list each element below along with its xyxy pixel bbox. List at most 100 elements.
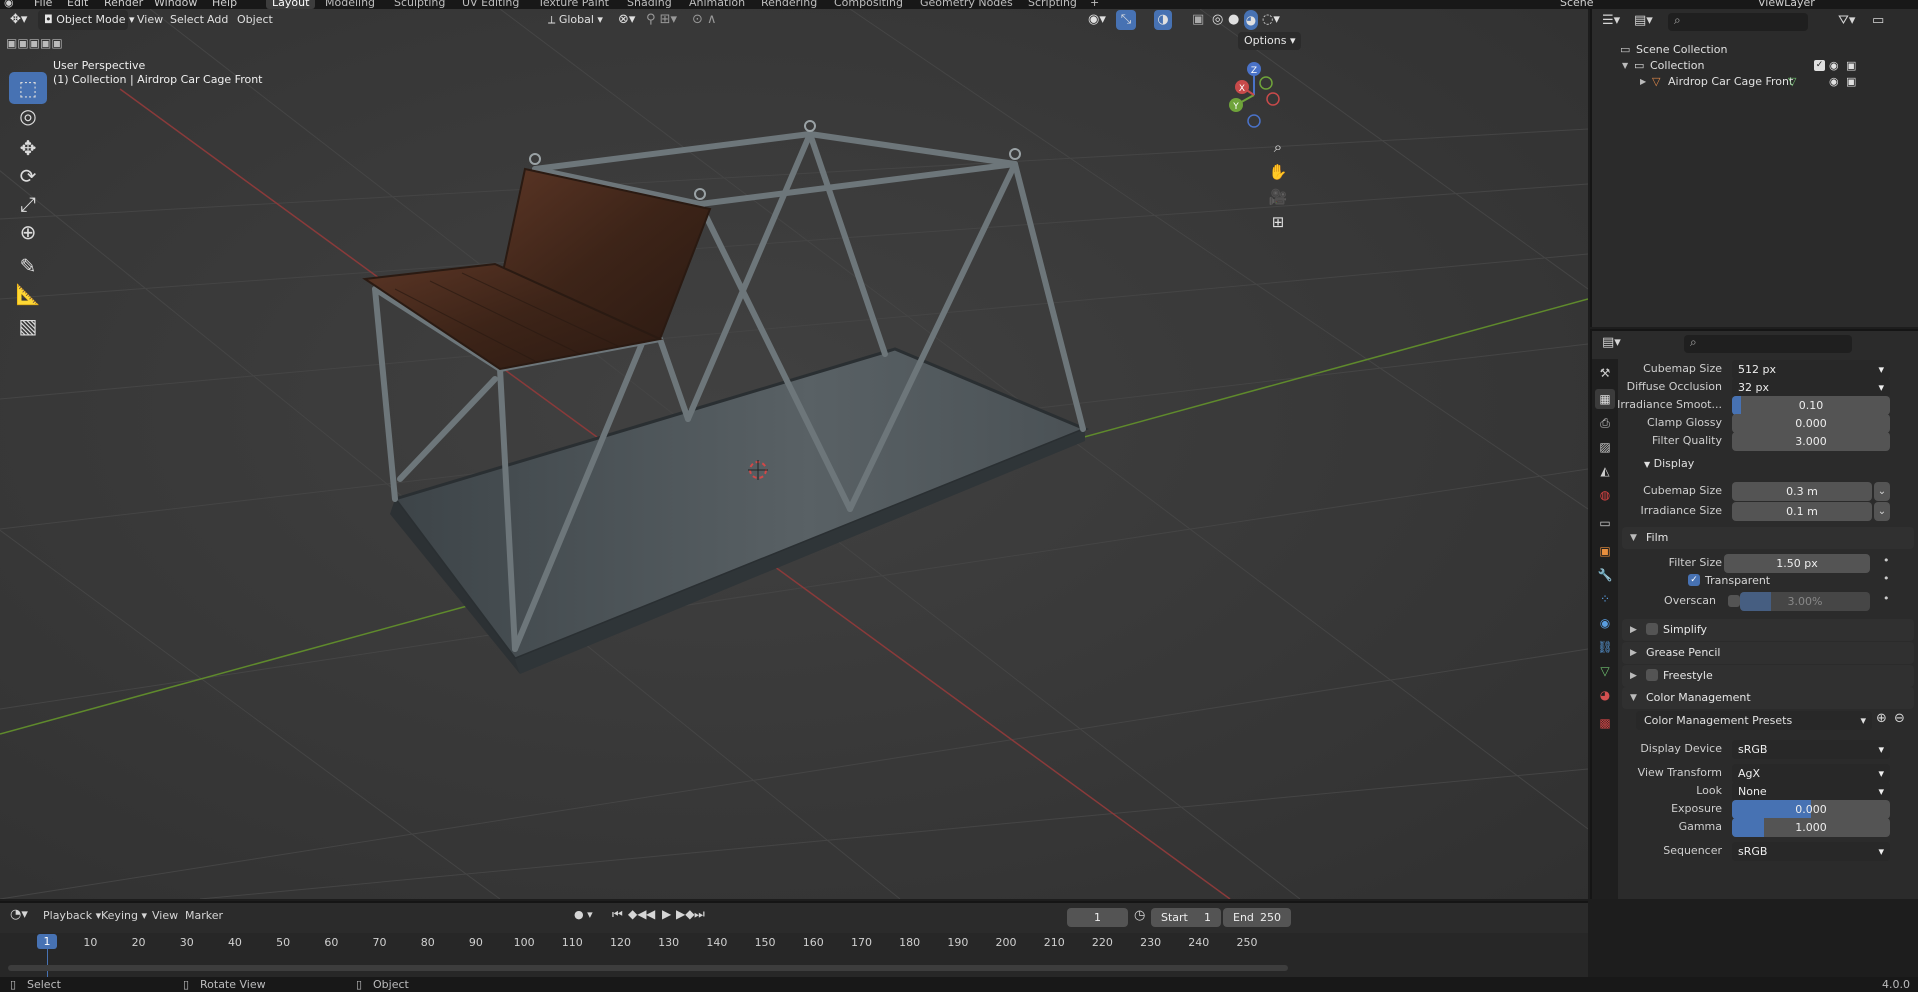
- object-visibility-icon[interactable]: ◉: [1829, 72, 1839, 92]
- pan-hand-icon[interactable]: ✋: [1264, 158, 1292, 186]
- overscan-field[interactable]: 3.00%: [1740, 592, 1870, 611]
- material-tab-icon[interactable]: ◕: [1595, 685, 1615, 705]
- timeline-editor-icon[interactable]: ◔▾: [10, 907, 28, 922]
- object-render-icon[interactable]: ▣: [1846, 72, 1856, 92]
- menu-select[interactable]: Select: [170, 10, 204, 30]
- shading-solid-icon[interactable]: ●: [1228, 10, 1239, 30]
- mesh-data-icon[interactable]: ▽: [1788, 72, 1796, 92]
- world-tab-icon[interactable]: ◍: [1595, 485, 1615, 505]
- end-frame-field[interactable]: End 250: [1223, 908, 1291, 927]
- view-layer-name[interactable]: ViewLayer: [1758, 0, 1815, 9]
- display-irradiance-field[interactable]: 0.1 m: [1732, 502, 1872, 521]
- zoom-icon[interactable]: ⌕: [1264, 133, 1292, 161]
- outliner-object-row[interactable]: ▶ ▽ Airdrop Car Cage Front ▽ ◉ ▣: [1592, 72, 1918, 92]
- tab-layout[interactable]: Layout: [266, 0, 316, 9]
- tab-scripting[interactable]: Scripting: [1028, 0, 1077, 9]
- proportional-edit-icon[interactable]: ⊙ ∧: [692, 10, 717, 30]
- new-collection-icon[interactable]: ▭: [1872, 13, 1884, 28]
- constraints-tab-icon[interactable]: ⛓: [1595, 637, 1615, 657]
- add-cube-tool-icon[interactable]: ▧: [9, 310, 47, 342]
- tab-shading[interactable]: Shading: [627, 0, 672, 9]
- transform-tool-icon[interactable]: ⊕: [9, 216, 47, 248]
- display-cubemap-field[interactable]: 0.3 m: [1732, 482, 1872, 501]
- object-tab-icon[interactable]: ▣: [1595, 541, 1615, 561]
- color-management-presets-dropdown[interactable]: Color Management Presets ▾: [1636, 711, 1872, 730]
- collection-tab-icon[interactable]: ▭: [1595, 513, 1615, 533]
- gizmo-toggle-icon[interactable]: ⤡: [1116, 10, 1136, 30]
- measure-tool-icon[interactable]: 📐: [9, 278, 47, 310]
- prev-keyframe-icon[interactable]: ◆◀: [628, 907, 646, 921]
- ortho-grid-icon[interactable]: ⊞: [1264, 208, 1292, 236]
- display-irradiance-dropdown-icon[interactable]: ⌄: [1874, 502, 1890, 521]
- overlay-toggle-icon[interactable]: ◑: [1154, 10, 1172, 30]
- keyframe-dot-icon[interactable]: •: [1883, 554, 1890, 567]
- playhead[interactable]: 1: [37, 934, 57, 949]
- filter-quality-field[interactable]: 3.000: [1732, 432, 1890, 451]
- tab-rendering[interactable]: Rendering: [761, 0, 817, 9]
- scene-tab-icon[interactable]: ◭: [1595, 461, 1615, 481]
- add-workspace-button[interactable]: +: [1090, 0, 1099, 9]
- keying-menu[interactable]: Keying ▾: [101, 909, 147, 922]
- properties-editor-icon[interactable]: ▤▾: [1602, 335, 1621, 350]
- visibility-icon[interactable]: ◉▾: [1088, 10, 1106, 30]
- tab-uv-editing[interactable]: UV Editing: [462, 0, 519, 9]
- next-keyframe-icon[interactable]: ▶◆: [676, 907, 694, 921]
- particles-tab-icon[interactable]: ⁘: [1595, 589, 1615, 609]
- color-management-section-header[interactable]: ▼ Color Management: [1622, 687, 1914, 709]
- shading-material-icon[interactable]: ◕: [1244, 10, 1258, 30]
- clock-icon[interactable]: ◷: [1134, 908, 1145, 923]
- menu-view[interactable]: View: [137, 10, 163, 30]
- shading-wireframe-icon[interactable]: ◎: [1212, 10, 1223, 30]
- display-mode-icon[interactable]: ▤▾: [1634, 13, 1653, 28]
- keyframe-dot-icon[interactable]: •: [1883, 592, 1890, 605]
- start-frame-field[interactable]: Start 1: [1151, 908, 1221, 927]
- tab-compositing[interactable]: Compositing: [834, 0, 903, 9]
- menu-file[interactable]: File: [34, 0, 52, 9]
- add-preset-icon[interactable]: ⊕: [1876, 711, 1887, 726]
- playback-menu[interactable]: Playback ▾: [43, 909, 101, 922]
- play-reverse-icon[interactable]: ◀: [646, 907, 655, 921]
- timeline-scrollbar[interactable]: [8, 965, 1288, 971]
- navigation-gizmo[interactable]: Z X Y: [1222, 61, 1286, 129]
- menu-help[interactable]: Help: [212, 0, 237, 9]
- keyframe-dot-icon[interactable]: •: [1883, 572, 1890, 585]
- menu-edit[interactable]: Edit: [67, 0, 88, 9]
- filter-icon[interactable]: ⛛▾: [1838, 13, 1855, 28]
- jump-start-icon[interactable]: ⏮: [612, 907, 623, 922]
- shading-rendered-icon[interactable]: ◌▾: [1262, 10, 1280, 30]
- orientation-dropdown[interactable]: ⟂ Global ▾: [548, 10, 603, 30]
- outliner-search-input[interactable]: ⌕: [1668, 13, 1808, 31]
- menu-window[interactable]: Window: [154, 0, 197, 9]
- tab-animation[interactable]: Animation: [689, 0, 745, 9]
- blender-logo-icon[interactable]: ◉: [4, 0, 14, 9]
- data-tab-icon[interactable]: ▽: [1595, 661, 1615, 681]
- menu-add[interactable]: Add: [207, 10, 228, 30]
- current-frame-field[interactable]: 1: [1067, 908, 1128, 927]
- remove-preset-icon[interactable]: ⊖: [1894, 711, 1905, 726]
- properties-search-input[interactable]: ⌕: [1684, 335, 1852, 353]
- menu-render[interactable]: Render: [104, 0, 143, 9]
- tab-texture-paint[interactable]: Texture Paint: [538, 0, 609, 9]
- gamma-slider[interactable]: 1.000: [1732, 818, 1890, 837]
- tool-tab-icon[interactable]: ⚒: [1595, 363, 1615, 383]
- play-icon[interactable]: ▶: [662, 907, 671, 921]
- record-icon[interactable]: ● ▾: [574, 908, 593, 921]
- scene-name[interactable]: Scene: [1560, 0, 1594, 9]
- freestyle-section-header[interactable]: ▶ Freestyle: [1622, 665, 1914, 687]
- select-mode-icons[interactable]: ▣▣▣▣▣: [6, 33, 63, 53]
- simplify-section-header[interactable]: ▶ Simplify: [1622, 619, 1914, 641]
- display-subsection[interactable]: ▼ Display: [1644, 457, 1694, 470]
- menu-object[interactable]: Object: [237, 10, 273, 30]
- render-tab-icon[interactable]: ▦: [1595, 389, 1615, 409]
- collection-checkbox[interactable]: ✓: [1814, 60, 1825, 71]
- modifier-tab-icon[interactable]: 🔧: [1595, 565, 1615, 585]
- tab-geometry-nodes[interactable]: Geometry Nodes: [920, 0, 1013, 9]
- editor-type-icon[interactable]: ✥▾: [10, 10, 27, 30]
- film-section-header[interactable]: ▼ Film: [1622, 527, 1914, 549]
- sequencer-select[interactable]: sRGB ▾: [1732, 842, 1890, 861]
- transparent-checkbox[interactable]: ✓ Transparent: [1688, 574, 1770, 587]
- output-tab-icon[interactable]: ⎙: [1595, 413, 1615, 433]
- pivot-icon[interactable]: ⊗▾: [618, 10, 635, 30]
- tab-modeling[interactable]: Modeling: [325, 0, 375, 9]
- texture-tab-icon[interactable]: ▩: [1595, 713, 1615, 733]
